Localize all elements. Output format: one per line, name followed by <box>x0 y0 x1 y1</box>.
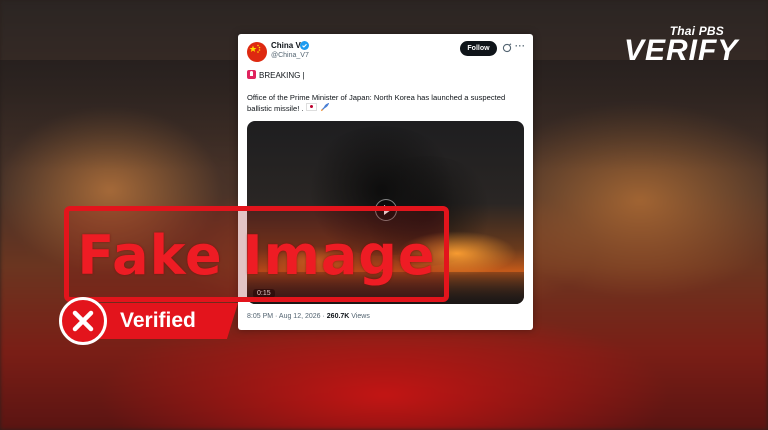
views-label: Views <box>349 313 370 320</box>
tweet-meta: 8:05 PM · Aug 12, 2026 · 260.7K Views <box>247 313 370 320</box>
japan-flag-emoji-icon <box>305 103 317 111</box>
verified-badge-icon <box>300 41 309 50</box>
fake-image-stamp: Fake Image <box>64 206 449 302</box>
verified-label: Verified <box>120 309 196 332</box>
x-mark-icon <box>59 297 107 345</box>
tweet-text: Office of the Prime Minister of Japan: N… <box>247 92 512 114</box>
thaipbs-verify-logo: Thai PBS VERIFY <box>624 24 737 74</box>
breaking-line: BREAKING | <box>247 70 305 80</box>
views-count: 260.7K <box>326 313 350 320</box>
logo-main-text: VERIFY <box>624 34 739 67</box>
follow-button[interactable]: Follow <box>460 41 497 56</box>
user-name[interactable]: China V <box>271 41 301 50</box>
stamp-text: Fake Image <box>77 224 436 287</box>
user-handle[interactable]: @China_V7 <box>271 52 309 59</box>
tweet-timestamp[interactable]: 8:05 PM · Aug 12, 2026 · <box>247 313 327 320</box>
more-options-icon[interactable]: ··· <box>515 41 526 51</box>
tweet-body: Office of the Prime Minister of Japan: N… <box>247 93 506 113</box>
rocket-emoji-icon <box>320 103 329 112</box>
siren-emoji-icon <box>247 70 256 79</box>
avatar[interactable] <box>247 42 267 62</box>
china-flag-icon <box>249 44 261 53</box>
grok-icon[interactable] <box>502 43 512 53</box>
breaking-text: BREAKING | <box>259 71 305 80</box>
